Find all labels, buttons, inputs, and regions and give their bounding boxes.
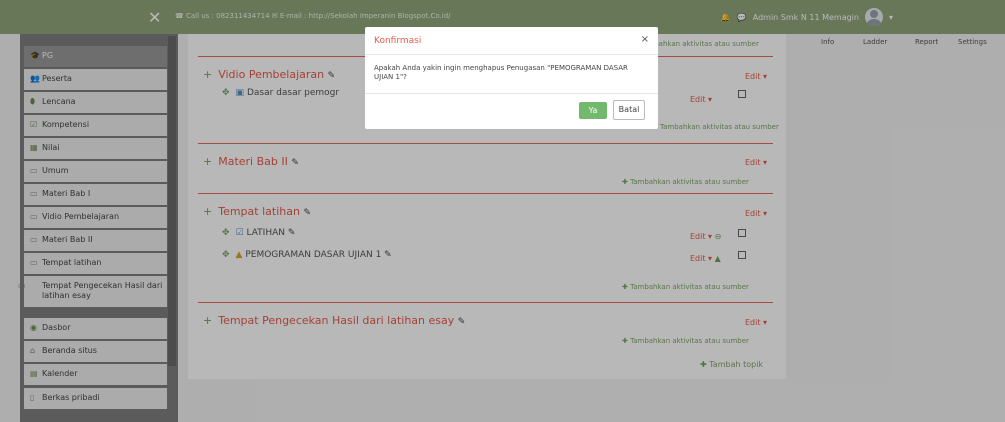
close-icon[interactable]: × bbox=[641, 34, 649, 45]
dialog-header: Konfirmasi × bbox=[365, 27, 658, 55]
confirm-button[interactable]: Ya bbox=[579, 102, 607, 119]
dialog-title: Konfirmasi bbox=[374, 36, 422, 46]
confirm-dialog: Konfirmasi × Apakah Anda yakin ingin men… bbox=[365, 27, 658, 129]
dialog-divider bbox=[365, 93, 658, 94]
cancel-button[interactable]: Batal bbox=[613, 100, 645, 120]
dialog-message: Apakah Anda yakin ingin menghapus Penuga… bbox=[374, 64, 628, 81]
